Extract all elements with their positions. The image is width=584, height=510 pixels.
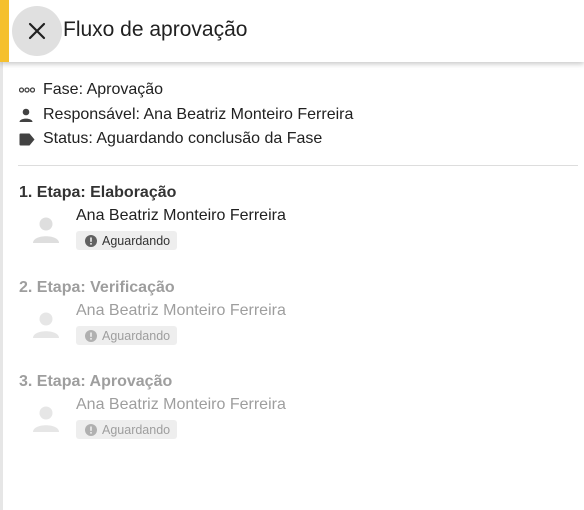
alert-circle-icon	[85, 423, 97, 436]
status-badge: Aguardando	[76, 326, 178, 345]
status-badge-label: Aguardando	[102, 328, 171, 343]
responsible-text: Responsável: Ana Beatriz Monteiro Ferrei…	[43, 105, 354, 123]
alert-circle-icon	[85, 329, 97, 342]
phase-row: Fase: Aprovação	[19, 78, 353, 103]
phase-info: Fase: Aprovação Responsável: Ana Beatriz…	[19, 78, 353, 152]
avatar-placeholder-icon	[33, 406, 59, 432]
stage-title: 1. Etapa: Elaboração	[19, 184, 177, 201]
stage-title: 3. Etapa: Aprovação	[19, 373, 173, 390]
section-divider	[18, 165, 578, 166]
status-row: Status: Aguardando conclusão da Fase	[19, 127, 353, 152]
alert-circle-icon	[85, 234, 97, 247]
assignee-name: Ana Beatriz Monteiro Ferreira	[76, 302, 286, 319]
close-icon	[28, 22, 46, 40]
stage-aprovacao: 3. Etapa: Aprovação Ana Beatriz Monteiro…	[19, 373, 286, 439]
label-tag-icon	[19, 131, 39, 147]
stage-verificacao: 2. Etapa: Verificação Ana Beatriz Montei…	[19, 279, 286, 345]
status-badge-label: Aguardando	[102, 233, 171, 248]
status-badge: Aguardando	[76, 420, 178, 439]
left-edge-divider	[0, 0, 3, 510]
responsible-row: Responsável: Ana Beatriz Monteiro Ferrei…	[19, 103, 353, 128]
close-button[interactable]	[12, 6, 62, 56]
status-badge-label: Aguardando	[102, 422, 171, 437]
phase-text: Fase: Aprovação	[43, 81, 164, 99]
dialog-title: Fluxo de aprovação	[63, 18, 248, 41]
more-horizontal-icon	[19, 82, 39, 98]
header-accent-bar	[0, 0, 9, 62]
status-badge: Aguardando	[76, 231, 178, 250]
status-text: Status: Aguardando conclusão da Fase	[43, 130, 323, 148]
stage-elaboracao: 1. Etapa: Elaboração Ana Beatriz Monteir…	[19, 184, 286, 250]
avatar-placeholder-icon	[33, 312, 59, 338]
avatar-placeholder-icon	[33, 217, 59, 243]
assignee-name: Ana Beatriz Monteiro Ferreira	[76, 207, 286, 224]
person-icon	[19, 107, 39, 123]
dialog-header: Fluxo de aprovação	[0, 0, 584, 62]
assignee-name: Ana Beatriz Monteiro Ferreira	[76, 396, 286, 413]
stage-title: 2. Etapa: Verificação	[19, 279, 175, 296]
